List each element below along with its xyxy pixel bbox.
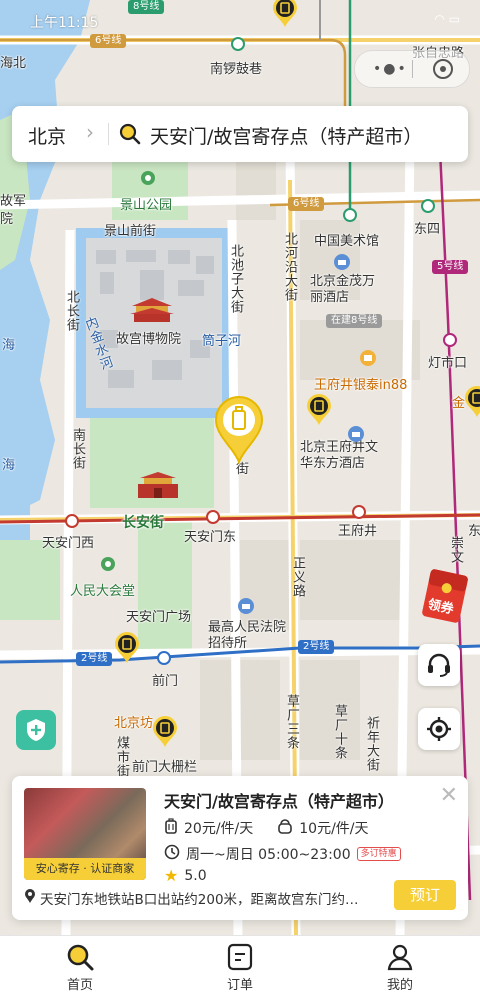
map-label: 正义路 — [290, 556, 305, 598]
capsule-divider — [412, 60, 413, 78]
certified-tag: 安心寄存 · 认证商家 — [24, 858, 146, 880]
store-address: 天安门东地铁站B口出站约200米，距离故宫东门约… — [24, 888, 384, 908]
map-label: 故宫博物院 — [116, 332, 182, 347]
metro-line-badge: 2号线 — [298, 640, 335, 654]
search-icon — [67, 944, 94, 971]
map-label: 天安门东 — [184, 530, 237, 545]
close-icon[interactable]: ✕ — [440, 785, 458, 807]
map-label: 崇文 — [448, 536, 463, 564]
map-label: 东 — [468, 524, 480, 539]
address-text: 天安门东地铁站B口出站约200米，距离故宫东门约… — [40, 892, 359, 908]
map-label: 东四 — [414, 222, 441, 237]
map-label: 北长街 — [64, 290, 79, 332]
map-label: 草厂十条 — [332, 704, 347, 760]
map-label: 王府井 — [338, 524, 378, 539]
tab-bar: 首页 订单 我的 — [0, 935, 480, 1000]
price-row: 20元/件/天 10元/件/天 — [164, 818, 369, 838]
metro-line-badge: 2号线 — [76, 652, 113, 666]
map-label: 天安门西 — [42, 536, 95, 551]
store-thumbnail[interactable]: 安心寄存 · 认证商家 — [24, 788, 146, 880]
status-bar: 上午11:15 ◠ ▭ — [0, 0, 480, 40]
map-label: 北池子大街 — [228, 244, 243, 314]
shield-plus-icon — [27, 719, 45, 741]
map-label: 中国美术馆 — [314, 234, 380, 249]
map-label: 前门 — [152, 674, 179, 689]
tab-label: 首页 — [66, 978, 93, 993]
map-label: 北京王府井文华东方酒店 — [300, 440, 379, 471]
clock-icon — [164, 844, 180, 864]
location-pin-icon — [24, 888, 36, 908]
store-card[interactable]: 安心寄存 · 认证商家 天安门/故宫寄存点（特产超市） ✕ 20元/件/天 10… — [12, 776, 468, 920]
store-hours: 周一~周日 05:00~23:00 — [186, 847, 351, 863]
search-icon — [118, 122, 142, 150]
close-miniprogram-icon[interactable] — [433, 59, 453, 79]
metro-line-badge: 5号线 — [432, 260, 469, 274]
coupon-button[interactable]: 领券 — [420, 566, 470, 626]
hours-row: 周一~周日 05:00~23:00 多订特惠 — [164, 844, 401, 864]
chevron-right-icon: › — [86, 120, 94, 144]
map-label: 煤市街 — [114, 736, 129, 778]
tab-home[interactable]: 首页 — [0, 936, 160, 1000]
map-label: 海 — [2, 338, 16, 353]
person-icon — [387, 944, 413, 971]
headset-icon — [428, 653, 450, 677]
search-bar[interactable]: 北京 › 天安门/故宫寄存点（特产超市） — [12, 106, 468, 162]
map-label: 南长街 — [70, 428, 85, 470]
promo-badge: 多订特惠 — [356, 847, 401, 861]
status-time: 上午11:15 — [30, 15, 99, 31]
map-label: 前门大栅栏 — [132, 760, 198, 775]
search-query[interactable]: 天安门/故宫寄存点（特产超市） — [150, 122, 422, 149]
luggage-price: 20元/件/天 — [184, 821, 254, 837]
map-label: 灯市口 — [428, 356, 468, 371]
tab-label: 订单 — [226, 978, 253, 993]
map-label: 景山公园 — [120, 198, 173, 213]
metro-line-badge: 6号线 — [90, 34, 127, 48]
tab-orders[interactable]: 订单 — [160, 936, 320, 1000]
map-label: 祈年大街 — [364, 716, 379, 772]
map-label: 海北 — [0, 56, 27, 71]
miniprogram-capsule[interactable]: •●• — [354, 50, 470, 88]
safety-button[interactable] — [16, 710, 56, 750]
suitcase-icon — [164, 818, 178, 838]
rating-row: ★ 5.0 — [164, 866, 207, 885]
map-label: 北京金茂万丽酒店 — [310, 274, 376, 305]
tab-profile[interactable]: 我的 — [320, 936, 480, 1000]
map-label: 在建8号线 — [326, 314, 383, 328]
map-label: 景山前街 — [104, 224, 157, 239]
map-label: 王府井银泰in88 — [314, 378, 408, 393]
book-button[interactable]: 预订 — [394, 880, 456, 910]
metro-line-badge: 6号线 — [288, 197, 325, 211]
map-label: 天安门广场 — [126, 610, 192, 625]
map-label: 北河沿大街 — [282, 232, 297, 302]
order-icon — [227, 943, 253, 971]
map-label: 人民大会堂 — [70, 584, 136, 599]
star-icon: ★ — [164, 866, 179, 885]
rating-value: 5.0 — [184, 867, 207, 884]
bag-price: 10元/件/天 — [299, 821, 369, 837]
map-label: 南锣鼓巷 — [210, 62, 263, 77]
map-label: 院 — [0, 212, 14, 227]
locate-icon — [427, 717, 451, 741]
map-label: 最高人民法院招待所 — [208, 620, 287, 651]
tab-label: 我的 — [386, 978, 413, 993]
metro-line-badge: 8号线 — [128, 0, 165, 14]
map-label: 长安街 — [122, 515, 164, 531]
customer-service-button[interactable] — [418, 644, 460, 686]
locate-button[interactable] — [418, 708, 460, 750]
store-name: 天安门/故宫寄存点（特产超市） — [164, 792, 394, 811]
city-selector[interactable]: 北京 — [28, 122, 66, 149]
wifi-battery-icon: ◠ ▭ — [434, 12, 460, 26]
map-label: 海 — [2, 458, 16, 473]
more-icon[interactable]: •●• — [373, 61, 408, 77]
bag-icon — [277, 818, 293, 838]
map-label: 北京坊 — [114, 716, 154, 731]
search-divider — [108, 123, 109, 145]
map-label: 草厂三条 — [284, 694, 299, 750]
map-label: 筒子河 — [202, 334, 242, 349]
